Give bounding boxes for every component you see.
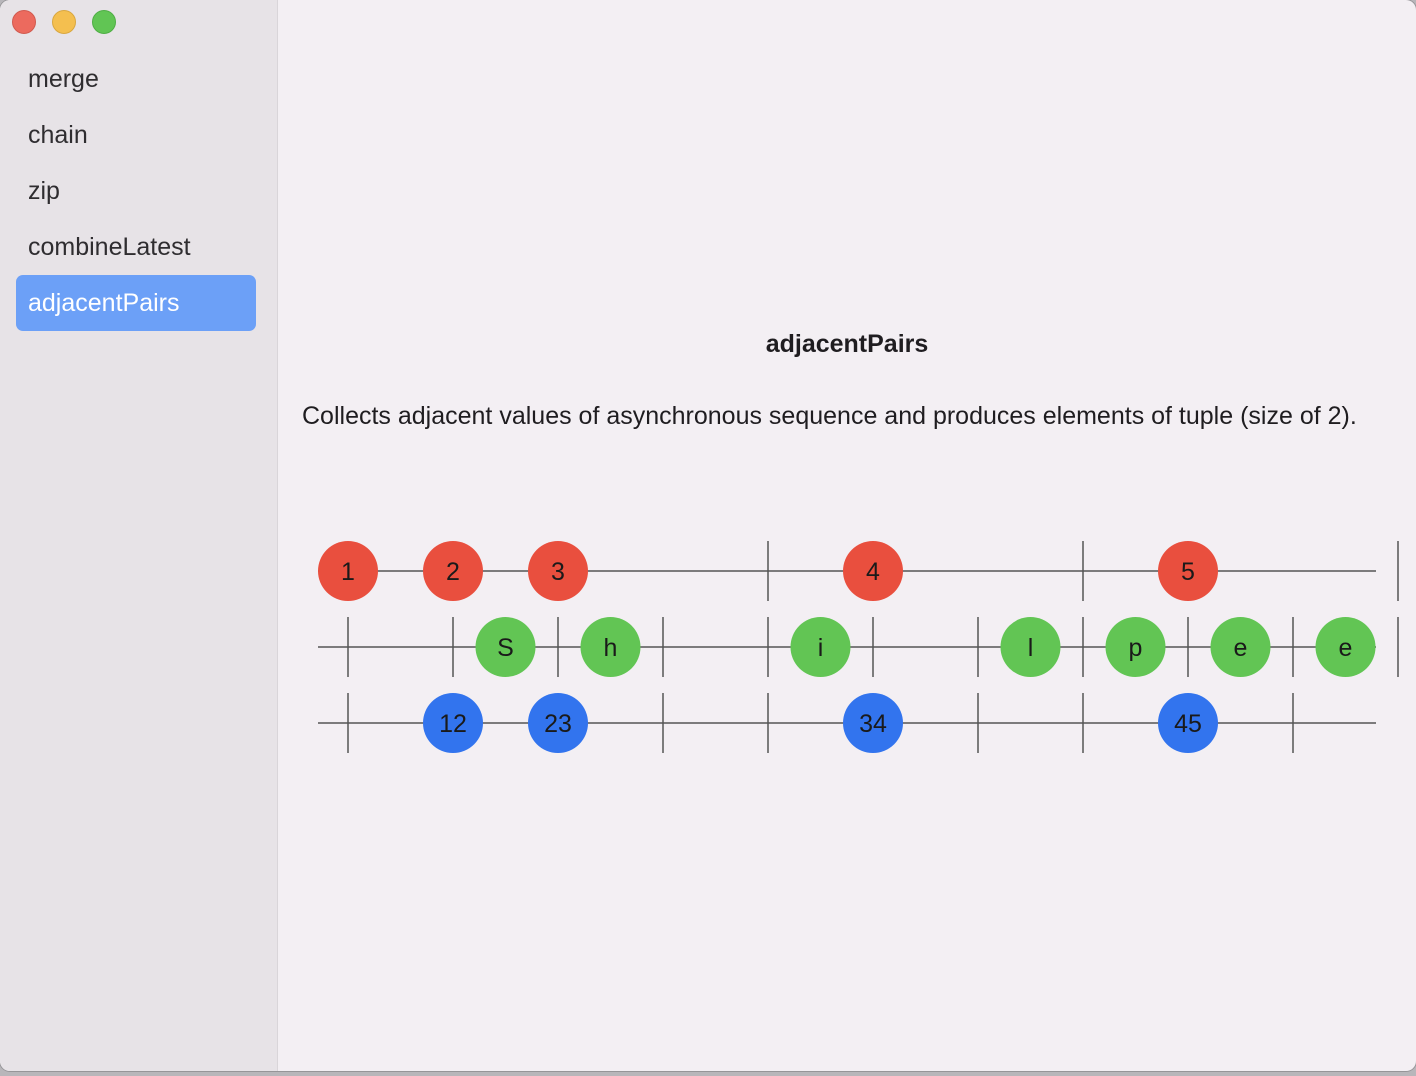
description-text: Collects adjacent values of asynchronous… bbox=[302, 402, 1357, 430]
marble: p bbox=[1105, 617, 1166, 677]
sidebar-item-chain[interactable]: chain bbox=[16, 107, 256, 163]
marble: e bbox=[1315, 617, 1376, 677]
sidebar-item-adjacentpairs[interactable]: adjacentPairs bbox=[16, 275, 256, 331]
marble-label: e bbox=[1234, 634, 1248, 662]
marble: i bbox=[790, 617, 851, 677]
sidebar: merge chain zip combineLatest adjacentPa… bbox=[0, 0, 278, 1071]
marble-label: 3 bbox=[551, 558, 565, 586]
marble: 5 bbox=[1158, 541, 1218, 601]
marble-label: 12 bbox=[439, 710, 467, 738]
sidebar-item-combinelatest[interactable]: combineLatest bbox=[16, 219, 256, 275]
marble: h bbox=[580, 617, 641, 677]
marble-diagram: 1 2 3 4 5S h i l p e e12 23 34 45 bbox=[318, 541, 1399, 753]
marble: 3 bbox=[528, 541, 588, 601]
marble: 1 bbox=[318, 541, 378, 601]
marble: l bbox=[1000, 617, 1061, 677]
marble: 45 bbox=[1158, 693, 1218, 753]
marble: 12 bbox=[423, 693, 483, 753]
marble: S bbox=[475, 617, 536, 677]
marble: e bbox=[1210, 617, 1271, 677]
secondary-row: Sh i l p e e bbox=[318, 617, 1399, 677]
marble-label: 45 bbox=[1174, 710, 1202, 738]
zoom-window-button[interactable] bbox=[92, 10, 116, 34]
marble-label: h bbox=[604, 634, 618, 662]
detail-pane: adjacentPairs Collects adjacent values o… bbox=[278, 0, 1416, 1071]
page-title: adjacentPairs bbox=[765, 330, 929, 358]
marble: 23 bbox=[528, 693, 588, 753]
marble: 2 bbox=[423, 541, 483, 601]
close-window-button[interactable] bbox=[12, 10, 36, 34]
sidebar-item-merge[interactable]: merge bbox=[16, 51, 256, 107]
marble-label: 2 bbox=[446, 558, 460, 586]
output-row: 12 23 34 45 bbox=[318, 693, 1376, 753]
minimize-window-button[interactable] bbox=[52, 10, 76, 34]
input-row: 1 2 3 4 5 bbox=[318, 541, 1399, 601]
marble-label: i bbox=[818, 634, 824, 662]
marble-label: 4 bbox=[866, 558, 880, 586]
marble-label: p bbox=[1129, 634, 1143, 662]
marble: 4 bbox=[843, 541, 903, 601]
marble-label: l bbox=[1028, 634, 1034, 662]
marble-label: 5 bbox=[1181, 558, 1195, 586]
marble-label: 34 bbox=[859, 710, 887, 738]
sidebar-list: merge chain zip combineLatest adjacentPa… bbox=[16, 51, 256, 331]
sidebar-item-zip[interactable]: zip bbox=[16, 163, 256, 219]
marble-label: 1 bbox=[341, 558, 355, 586]
marble: 34 bbox=[843, 693, 903, 753]
marble-label: e bbox=[1339, 634, 1353, 662]
marble-label: 23 bbox=[544, 710, 572, 738]
marble-label: S bbox=[497, 634, 514, 662]
app-window: merge chain zip combineLatest adjacentPa… bbox=[0, 0, 1416, 1071]
